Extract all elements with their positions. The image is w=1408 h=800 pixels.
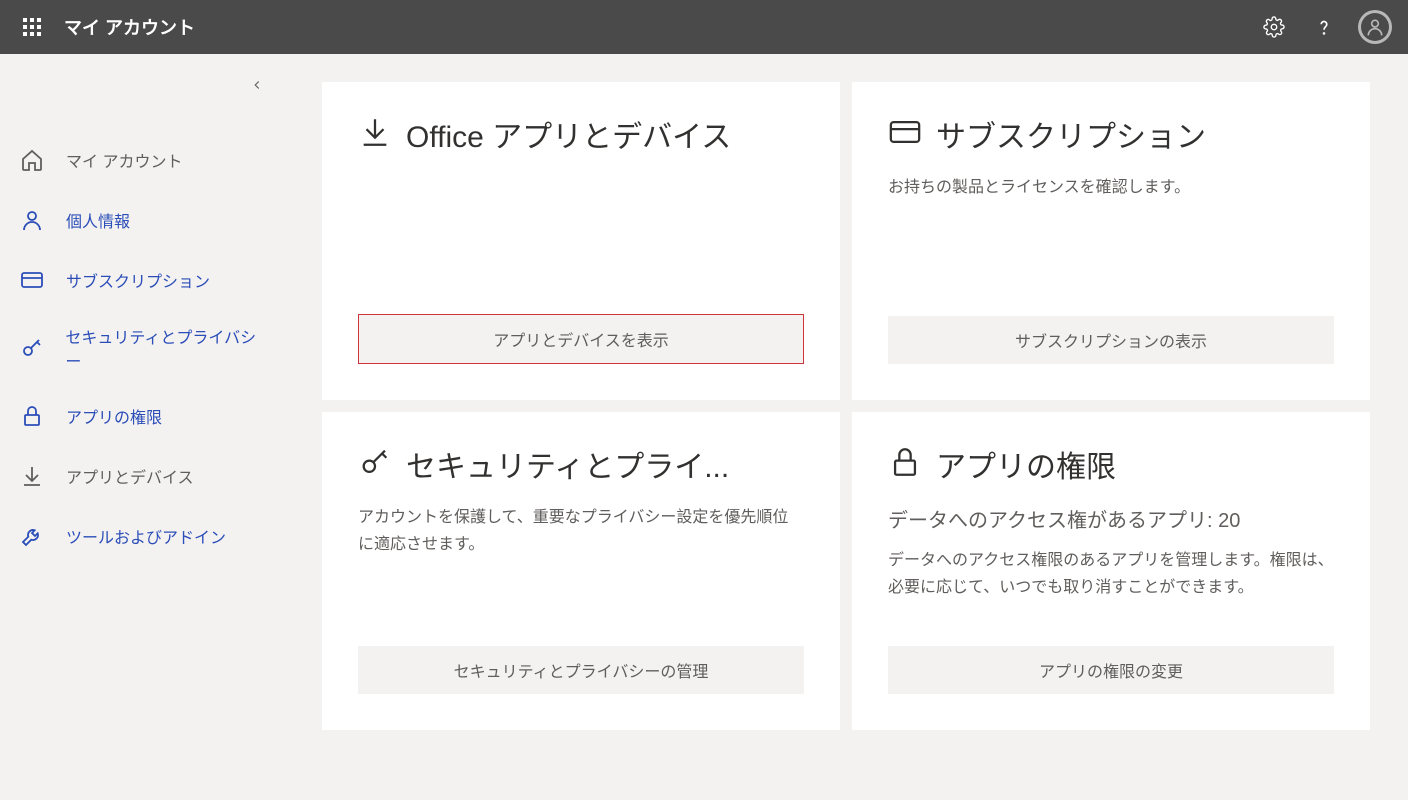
sidebar-item-apps-devices[interactable]: アプリとデバイス: [0, 446, 284, 506]
card-title: アプリの権限: [936, 442, 1116, 486]
header-title: マイ アカウント: [64, 14, 1258, 40]
card-icon: [16, 268, 48, 292]
sidebar-item-my-account[interactable]: マイ アカウント: [0, 130, 284, 190]
manage-security-button[interactable]: セキュリティとプライバシーの管理: [358, 646, 804, 694]
collapse-sidebar-icon[interactable]: [250, 78, 264, 97]
sidebar-item-label: サブスクリプション: [66, 268, 210, 292]
change-permissions-button[interactable]: アプリの権限の変更: [888, 646, 1334, 694]
sidebar-item-label: ツールおよびアドイン: [66, 524, 226, 548]
content: Office アプリとデバイス アプリとデバイスを表示 サブスクリプション お持…: [284, 54, 1408, 800]
card-title: Office アプリとデバイス: [406, 112, 731, 156]
header-right: [1258, 10, 1392, 44]
card-permissions: アプリの権限 データへのアクセス権があるアプリ: 20 データへのアクセス権限の…: [852, 412, 1370, 730]
sidebar: マイ アカウント 個人情報 サブスクリプション セキュリティとプライバシー: [0, 54, 284, 800]
app-launcher-icon[interactable]: [16, 11, 48, 43]
sidebar-item-app-permissions[interactable]: アプリの権限: [0, 386, 284, 446]
download-icon: [358, 115, 392, 154]
help-icon[interactable]: [1308, 11, 1340, 43]
card-title: サブスクリプション: [936, 112, 1206, 156]
card-desc: データへのアクセス権限のあるアプリを管理します。権限は、必要に応じて、いつでも取…: [888, 547, 1334, 601]
card-office-apps: Office アプリとデバイス アプリとデバイスを表示: [322, 82, 840, 400]
download-icon: [16, 464, 48, 488]
view-apps-devices-button[interactable]: アプリとデバイスを表示: [358, 314, 804, 364]
card-desc: お持ちの製品とライセンスを確認します。: [888, 174, 1334, 201]
sidebar-item-tools-addins[interactable]: ツールおよびアドイン: [0, 506, 284, 566]
sidebar-item-label: マイ アカウント: [66, 148, 182, 172]
sidebar-item-subscriptions[interactable]: サブスクリプション: [0, 250, 284, 310]
sidebar-item-label: アプリの権限: [66, 404, 162, 428]
sidebar-item-security[interactable]: セキュリティとプライバシー: [0, 310, 284, 386]
key-icon: [358, 445, 392, 484]
sidebar-item-label: 個人情報: [66, 208, 130, 232]
lock-icon: [16, 404, 48, 428]
key-icon: [16, 336, 47, 360]
card-subscription: サブスクリプション お持ちの製品とライセンスを確認します。 サブスクリプションの…: [852, 82, 1370, 400]
access-count: データへのアクセス権があるアプリ: 20: [888, 504, 1334, 533]
header: マイ アカウント: [0, 0, 1408, 54]
sidebar-item-label: セキュリティとプライバシー: [65, 324, 268, 372]
card-title: セキュリティとプライ...: [406, 442, 729, 486]
person-icon: [16, 208, 48, 232]
home-icon: [16, 148, 48, 172]
sidebar-item-label: アプリとデバイス: [66, 464, 194, 488]
wrench-icon: [16, 524, 48, 548]
settings-icon[interactable]: [1258, 11, 1290, 43]
card-icon: [888, 115, 922, 154]
lock-icon: [888, 445, 922, 484]
view-subscription-button[interactable]: サブスクリプションの表示: [888, 316, 1334, 364]
card-desc: アカウントを保護して、重要なプライバシー設定を優先順位に適応させます。: [358, 504, 804, 558]
avatar[interactable]: [1358, 10, 1392, 44]
sidebar-item-personal-info[interactable]: 個人情報: [0, 190, 284, 250]
card-security: セキュリティとプライ... アカウントを保護して、重要なプライバシー設定を優先順…: [322, 412, 840, 730]
